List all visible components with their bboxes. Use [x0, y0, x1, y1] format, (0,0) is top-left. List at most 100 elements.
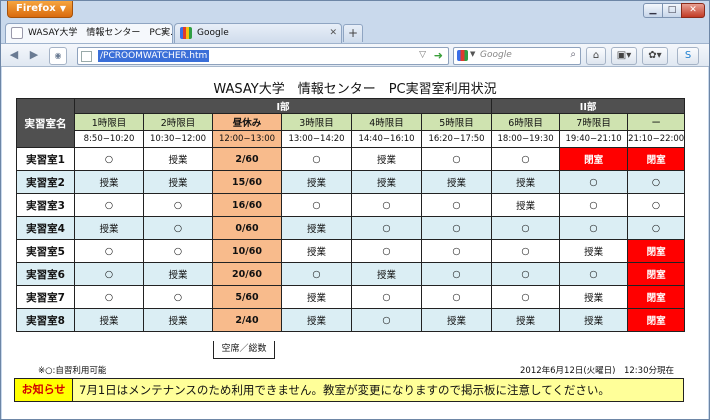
section-2-header: II部: [491, 98, 686, 114]
status-cell: ○: [351, 239, 422, 263]
status-cell: ○: [143, 285, 213, 309]
status-cell: 閉室: [627, 285, 686, 309]
table-row: 実習室6 ○ 授業 20/60 ○ 授業 ○ ○ ○ 閉室: [16, 262, 686, 286]
status-cell: ○: [559, 262, 629, 286]
period-time: 10:30−12:00: [143, 130, 213, 148]
status-cell: ○: [627, 170, 686, 194]
status-cell: ○: [351, 193, 422, 217]
status-cell: 閉室: [559, 147, 629, 171]
search-icon[interactable]: ⌕: [570, 49, 576, 60]
page-icon: [81, 51, 92, 62]
close-tab-icon[interactable]: ✕: [160, 24, 168, 42]
google-icon[interactable]: [457, 50, 468, 61]
status-cell: ○: [420, 216, 493, 240]
table-row: 実習室2 授業 授業 15/60 授業 授業 授業 授業 ○ ○: [16, 170, 686, 194]
period-header: 4時限目: [351, 113, 422, 131]
close-window-button[interactable]: ✕: [681, 3, 705, 18]
status-cell: ○: [627, 216, 686, 240]
status-cell: ○: [420, 262, 493, 286]
status-cell: ○: [281, 262, 352, 286]
period-header: 3時限目: [281, 113, 352, 131]
status-cell: ○: [491, 239, 561, 263]
home-button[interactable]: ⌂: [586, 47, 606, 65]
status-cell: 2/40: [212, 308, 282, 332]
status-cell: 授業: [351, 170, 422, 194]
status-cell: ○: [420, 239, 493, 263]
status-cell: ○: [281, 193, 352, 217]
page-content: WASAY大学 情報センター PC実習室利用状況 実習室名 I部 II部 1時限…: [2, 67, 708, 419]
status-cell: 授業: [351, 147, 422, 171]
title-bar: Firefox ▼ ▁ □ ✕: [1, 1, 709, 21]
tab-pcroom[interactable]: WASAY大学 情報センター PC実... ✕: [5, 23, 173, 43]
period-time: 16:20−17:50: [420, 130, 493, 148]
status-cell: ○: [74, 262, 144, 286]
tab-label: Google: [197, 28, 229, 38]
room-name: 実習室1: [16, 147, 75, 171]
status-cell: 授業: [143, 308, 213, 332]
status-cell: ○: [491, 147, 561, 171]
status-cell: 15/60: [212, 170, 282, 194]
status-cell: ○: [627, 193, 686, 217]
status-cell: ○: [491, 285, 561, 309]
status-cell: ○: [143, 216, 213, 240]
skype-icon[interactable]: S: [677, 47, 699, 65]
period-header: 1時限目: [74, 113, 144, 131]
search-input[interactable]: Google: [480, 50, 512, 60]
table-row: 実習室8 授業 授業 2/40 授業 ○ 授業 授業 授業 閉室: [16, 308, 686, 332]
maximize-button[interactable]: □: [662, 3, 682, 18]
minimize-button[interactable]: ▁: [643, 3, 663, 18]
new-tab-button[interactable]: +: [343, 24, 363, 42]
status-cell: ○: [351, 308, 422, 332]
period-time: 21:10−22:00: [627, 130, 686, 148]
firefox-menu-button[interactable]: Firefox ▼: [7, 1, 73, 18]
room-name: 実習室7: [16, 285, 75, 309]
addon-icon[interactable]: ✿▾: [642, 47, 668, 65]
status-cell: 授業: [74, 216, 144, 240]
period-time: 8:50−10:20: [74, 130, 144, 148]
status-cell: ○: [420, 285, 493, 309]
site-identity-icon[interactable]: ◉: [49, 47, 67, 65]
tab-bar: WASAY大学 情報センター PC実... ✕ Google ✕ +: [1, 21, 709, 43]
firefox-menu-label: Firefox: [16, 3, 56, 14]
status-cell: 授業: [143, 170, 213, 194]
status-cell: 授業: [559, 285, 629, 309]
status-cell: 閉室: [627, 308, 686, 332]
period-time: 19:40−21:10: [559, 130, 629, 148]
status-cell: ○: [420, 147, 493, 171]
search-box[interactable]: ▼ Google ⌕: [453, 47, 581, 65]
status-cell: ○: [281, 147, 352, 171]
chevron-down-icon[interactable]: ▼: [470, 50, 475, 58]
status-cell: 授業: [351, 262, 422, 286]
status-cell: 閉室: [627, 147, 686, 171]
chevron-down-icon: ▼: [59, 4, 66, 13]
status-cell: 授業: [281, 239, 352, 263]
status-cell: 授業: [281, 170, 352, 194]
page-title: WASAY大学 情報センター PC実習室利用状況: [213, 82, 497, 97]
bookmarks-icon[interactable]: ▣▾: [611, 47, 637, 65]
status-cell: ○: [559, 193, 629, 217]
forward-button[interactable]: ▶: [25, 47, 43, 65]
back-button[interactable]: ◀: [5, 47, 23, 65]
status-cell: ○: [74, 147, 144, 171]
update-timestamp: 2012年6月12日(火曜日) 12:30分現在: [520, 366, 674, 376]
notice-label: お知らせ: [15, 379, 73, 401]
status-cell: ○: [351, 216, 422, 240]
room-name: 実習室6: [16, 262, 75, 286]
url-text[interactable]: /PCROOMWATCHER.htm: [98, 50, 210, 62]
tab-google[interactable]: Google ✕: [174, 23, 342, 43]
status-cell: 閉室: [627, 239, 686, 263]
go-arrow-icon[interactable]: ➜: [434, 49, 443, 62]
period-header: 6時限目: [491, 113, 561, 131]
table-row: 実習室7 ○ ○ 5/60 授業 ○ ○ ○ 授業 閉室: [16, 285, 686, 309]
period-time: 13:00−14:20: [281, 130, 352, 148]
notice-banner: お知らせ 7月1日はメンテナンスのため利用できません。教室が変更になりますので掲…: [14, 378, 684, 402]
period-time: 14:40−16:10: [351, 130, 422, 148]
history-dropdown-icon[interactable]: ▽: [419, 50, 426, 60]
status-cell: ○: [491, 262, 561, 286]
close-tab-icon[interactable]: ✕: [329, 24, 337, 42]
url-bar[interactable]: /PCROOMWATCHER.htm ▽ ➜: [77, 47, 449, 65]
status-cell: 授業: [491, 170, 561, 194]
page-icon: [11, 27, 23, 39]
period-header: 5時限目: [420, 113, 493, 131]
status-cell: ○: [74, 285, 144, 309]
